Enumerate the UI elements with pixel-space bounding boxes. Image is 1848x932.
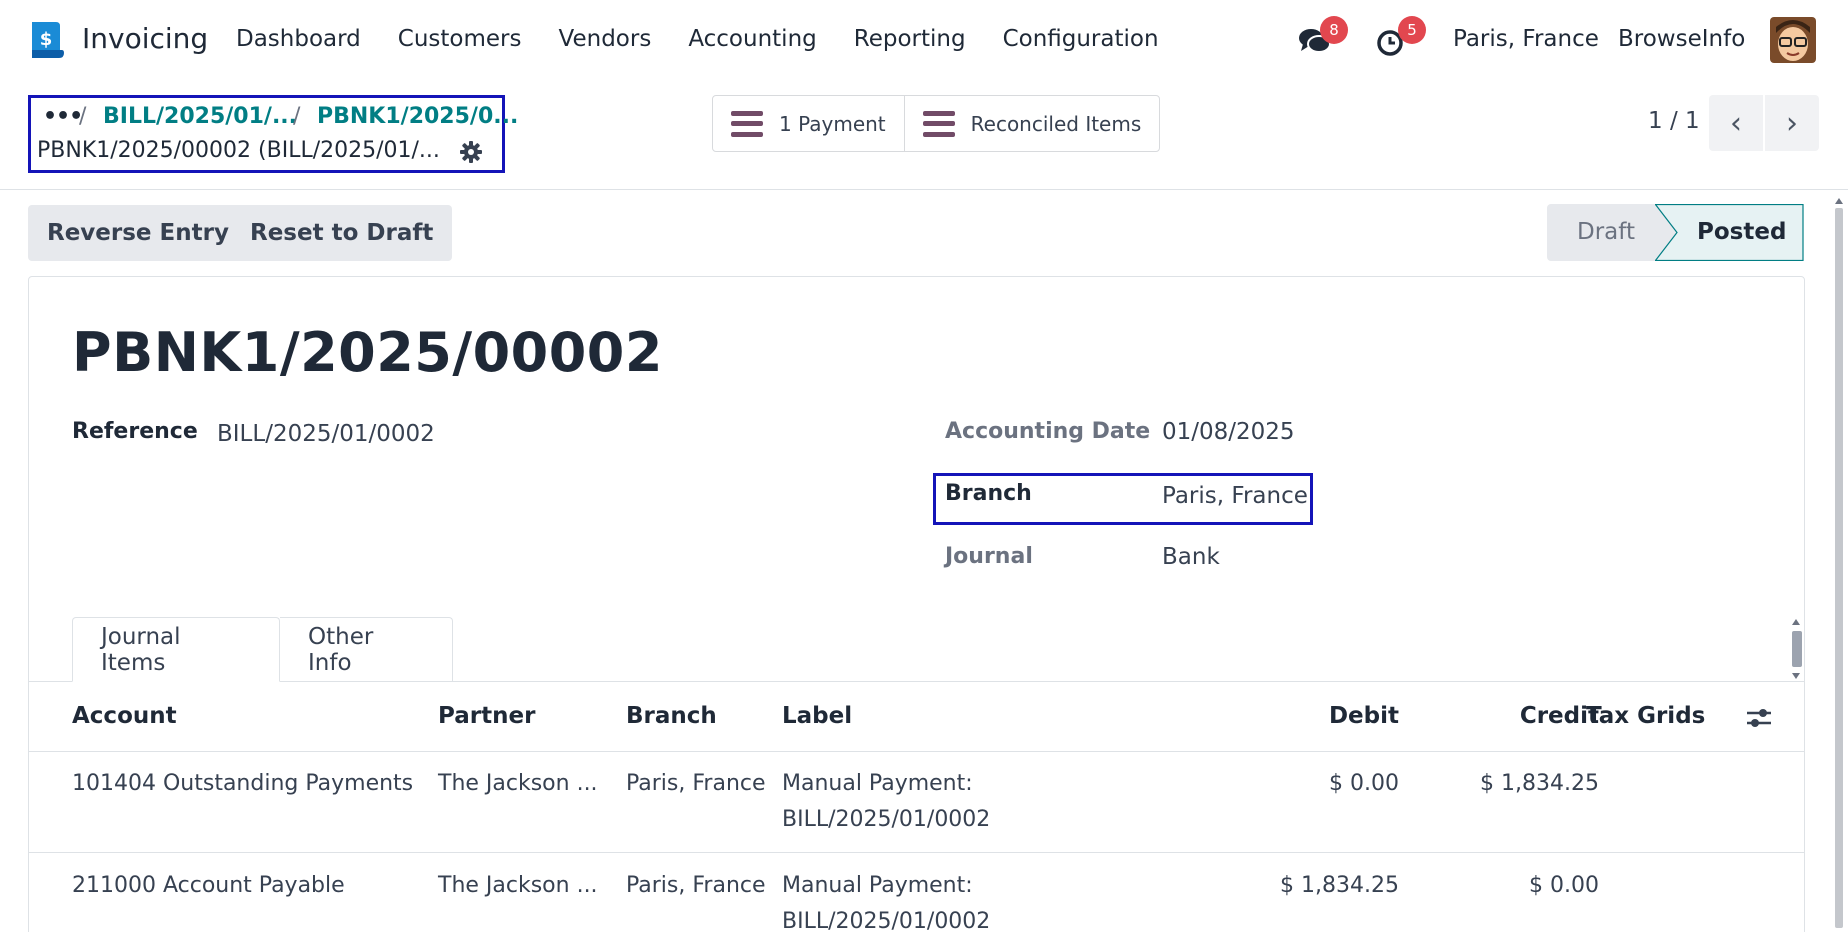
breadcrumb-item-payment[interactable]: PBNK1/2025/0... — [317, 104, 518, 129]
column-header-credit[interactable]: Credit — [1429, 703, 1599, 729]
app-name[interactable]: Invoicing — [82, 22, 208, 55]
smart-buttons: 1 Payment Reconciled Items — [712, 95, 1161, 152]
journal-label: Journal — [945, 544, 1033, 569]
bars-icon — [922, 110, 955, 137]
tab-other-info[interactable]: Other Info — [280, 617, 453, 682]
form-sheet: PBNK1/2025/00002 Reference BILL/2025/01/… — [28, 276, 1805, 932]
column-header-debit[interactable]: Debit — [1259, 703, 1399, 729]
avatar[interactable] — [1770, 17, 1816, 63]
breadcrumb-separator: / — [293, 104, 301, 129]
cell-credit[interactable]: $ 0.00 — [1429, 873, 1599, 898]
column-header-tax-grids[interactable]: Tax Grids — [1586, 703, 1705, 729]
top-navbar: $ Invoicing Dashboard Customers Vendors … — [0, 0, 1848, 80]
cell-account[interactable]: 211000 Account Payable — [72, 873, 345, 898]
scroll-thumb[interactable] — [1792, 631, 1802, 667]
company-switcher[interactable]: BrowseInfo — [1618, 26, 1745, 52]
record-title: PBNK1/2025/00002 — [72, 321, 663, 384]
cell-branch[interactable]: Paris, France — [626, 771, 766, 796]
status-posted[interactable]: Posted — [1655, 204, 1804, 261]
gear-icon[interactable] — [459, 140, 483, 164]
cell-partner[interactable]: The Jackson ... — [438, 771, 598, 796]
page-scroll-thumb[interactable] — [1835, 208, 1843, 928]
cell-partner[interactable]: The Jackson ... — [438, 873, 598, 898]
menu-reporting[interactable]: Reporting — [854, 26, 966, 52]
menu-vendors[interactable]: Vendors — [559, 26, 652, 52]
scroll-up-arrow-icon[interactable] — [1792, 619, 1800, 625]
reference-label: Reference — [72, 419, 198, 444]
accounting-date-field[interactable]: 01/08/2025 — [1162, 419, 1295, 445]
breadcrumb: ••• / BILL/2025/01/... / PBNK1/2025/0...… — [28, 95, 518, 173]
reset-to-draft-button[interactable]: Reset to Draft — [231, 205, 453, 261]
cell-debit[interactable]: $ 1,834.25 — [1229, 873, 1399, 898]
svg-text:$: $ — [40, 29, 53, 50]
accounting-date-label: Accounting Date — [945, 419, 1151, 444]
page-scrollbar[interactable] — [1834, 198, 1844, 932]
column-header-account[interactable]: Account — [72, 703, 177, 729]
cell-label-line2[interactable]: BILL/2025/01/0002 — [782, 807, 990, 832]
activities-badge: 5 — [1398, 16, 1426, 44]
control-panel-divider — [0, 189, 1848, 190]
chevron-right-icon: › — [1786, 105, 1798, 141]
breadcrumb-separator: / — [79, 104, 87, 129]
column-header-partner[interactable]: Partner — [438, 703, 535, 729]
reverse-entry-button[interactable]: Reverse Entry — [28, 205, 248, 261]
breadcrumb-more-button[interactable]: ••• — [43, 104, 83, 129]
messages-badge: 8 — [1320, 16, 1348, 44]
invoicing-app-icon[interactable]: $ — [26, 20, 66, 60]
payment-smart-button-label: 1 Payment — [779, 111, 886, 136]
row-divider — [29, 852, 1804, 853]
tab-journal-items[interactable]: Journal Items — [72, 617, 280, 682]
activities-button[interactable]: 5 — [1376, 16, 1426, 62]
main-menu: Dashboard Customers Vendors Accounting R… — [236, 26, 1196, 52]
menu-accounting[interactable]: Accounting — [688, 26, 816, 52]
menu-dashboard[interactable]: Dashboard — [236, 26, 361, 52]
reconciled-items-smart-button[interactable]: Reconciled Items — [903, 96, 1160, 151]
cell-branch[interactable]: Paris, France — [626, 873, 766, 898]
pager-next-button[interactable]: › — [1765, 95, 1819, 151]
scrollbar[interactable] — [1789, 617, 1803, 681]
status-bar: Draft Posted — [1547, 204, 1804, 261]
pager-value[interactable]: 1 / 1 — [1648, 108, 1700, 134]
cell-credit[interactable]: $ 1,834.25 — [1429, 771, 1599, 796]
cell-account[interactable]: 101404 Outstanding Payments — [72, 771, 413, 796]
bars-icon — [731, 110, 763, 137]
cell-debit[interactable]: $ 0.00 — [1229, 771, 1399, 796]
scroll-down-arrow-icon[interactable] — [1792, 673, 1800, 679]
menu-configuration[interactable]: Configuration — [1003, 26, 1159, 52]
cell-label-line1[interactable]: Manual Payment: — [782, 771, 973, 796]
header-divider — [29, 751, 1804, 752]
optional-columns-icon[interactable] — [1745, 705, 1773, 731]
messages-button[interactable]: 8 — [1298, 16, 1348, 62]
payment-smart-button[interactable]: 1 Payment — [713, 96, 904, 151]
pager-previous-button[interactable]: ‹ — [1709, 95, 1763, 151]
journal-field[interactable]: Bank — [1162, 544, 1220, 570]
column-header-branch[interactable]: Branch — [626, 703, 717, 729]
menu-customers[interactable]: Customers — [398, 26, 522, 52]
cell-label-line2[interactable]: BILL/2025/01/0002 — [782, 909, 990, 932]
chevron-left-icon: ‹ — [1730, 105, 1742, 141]
breadcrumb-current: PBNK1/2025/00002 (BILL/2025/01/... — [37, 138, 440, 163]
branch-switcher[interactable]: Paris, France — [1453, 26, 1599, 52]
reference-field[interactable]: BILL/2025/01/0002 — [217, 421, 435, 447]
cell-label-line1[interactable]: Manual Payment: — [782, 873, 973, 898]
breadcrumb-item-bill[interactable]: BILL/2025/01/... — [103, 104, 297, 129]
reconciled-items-label: Reconciled Items — [970, 111, 1142, 136]
page-scroll-up-icon[interactable] — [1835, 198, 1843, 204]
column-header-label[interactable]: Label — [782, 703, 852, 729]
branch-field[interactable]: Paris, France — [1162, 483, 1308, 509]
branch-label: Branch — [945, 481, 1032, 506]
